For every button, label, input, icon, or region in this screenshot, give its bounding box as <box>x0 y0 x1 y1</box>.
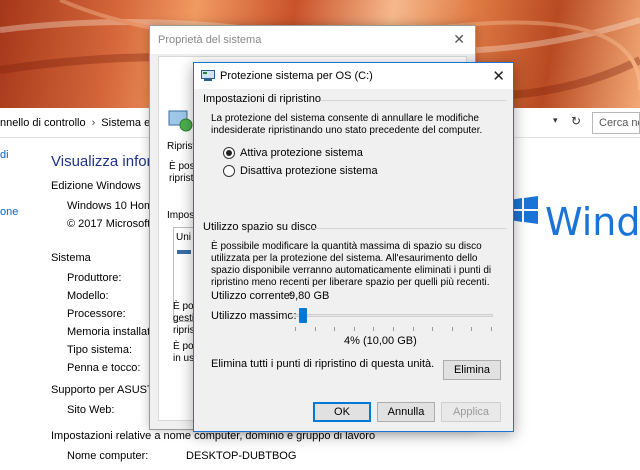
dialog-title: Proprietà del sistema <box>158 34 262 46</box>
search-input[interactable]: Cerca nel <box>592 112 640 134</box>
refresh-icon[interactable]: ↻ <box>571 114 581 128</box>
radio-label: Disattiva protezione sistema <box>240 165 378 177</box>
restore-description: La protezione del sistema consente di an… <box>211 113 483 136</box>
computer-name-value: DESKTOP-DUBTBOG <box>186 450 297 462</box>
group-divider <box>312 228 507 229</box>
radio-button-selected[interactable] <box>223 147 235 159</box>
system-protection-icon <box>168 110 193 132</box>
sidebar-link[interactable]: one <box>0 206 18 218</box>
support-row: Sito Web: <box>67 404 115 416</box>
sidebar-link[interactable]: di <box>0 149 9 161</box>
title-bar: Proprietà del sistema ✕ <box>150 26 475 54</box>
group-disk-usage: Utilizzo spazio su disco <box>203 221 317 233</box>
dialog-title: Protezione sistema per OS (C:) <box>220 70 373 82</box>
max-usage-slider[interactable] <box>290 314 493 317</box>
title-bar: Protezione sistema per OS (C:) ✕ <box>194 63 513 89</box>
close-icon[interactable]: ✕ <box>453 31 465 48</box>
section-system: Sistema <box>51 252 91 264</box>
chevron-down-icon[interactable]: ▾ <box>553 115 558 126</box>
system-row: Tipo sistema: <box>67 344 133 356</box>
cancel-button[interactable]: Annulla <box>377 402 435 422</box>
group-divider <box>321 100 507 101</box>
system-row: Produttore: <box>67 272 122 284</box>
close-icon[interactable]: ✕ <box>492 67 505 85</box>
chevron-right-icon: › <box>91 117 96 129</box>
max-usage-label: Utilizzo massimo: <box>211 310 297 322</box>
slider-thumb[interactable] <box>298 308 307 323</box>
max-usage-value: 4% (10,00 GB) <box>344 335 417 347</box>
radio-disable-protection[interactable]: Disattiva protezione sistema <box>223 165 378 177</box>
system-row: Modello: <box>67 290 109 302</box>
system-row: Penna e tocco: <box>67 362 141 374</box>
radio-enable-protection[interactable]: Attiva protezione sistema <box>223 147 363 159</box>
windows-logo-icon <box>510 196 538 224</box>
edition-name: Windows 10 Home <box>67 200 160 212</box>
windows-logo-text: Windo <box>545 200 640 244</box>
system-row: Processore: <box>67 308 126 320</box>
ok-button[interactable]: OK <box>313 402 371 422</box>
computer-name-label: Nome computer: <box>67 450 149 462</box>
system-protection-icon <box>201 70 215 81</box>
section-edition: Edizione Windows <box>51 180 141 192</box>
drive-icon <box>177 250 191 254</box>
group-restore-settings: Impostazioni di ripristino <box>203 93 321 105</box>
radio-button[interactable] <box>223 165 235 177</box>
radio-label: Attiva protezione sistema <box>240 147 363 159</box>
delete-description: Elimina tutti i punti di ripristino di q… <box>211 358 435 370</box>
current-usage-label: Utilizzo corrente: <box>211 290 293 302</box>
breadcrumb-item[interactable]: nnello di controllo <box>0 117 86 129</box>
system-protection-dialog: Protezione sistema per OS (C:) ✕ Imposta… <box>193 62 514 432</box>
breadcrumb[interactable]: nnello di controllo › Sistema e sic <box>0 117 167 129</box>
drive-list-header: Uni <box>176 232 192 243</box>
disk-description: È possibile modificare la quantità massi… <box>211 241 492 288</box>
delete-button[interactable]: Elimina <box>443 360 501 380</box>
apply-button[interactable]: Applica <box>441 402 501 422</box>
slider-ticks <box>295 327 492 331</box>
current-usage-value: 9,80 GB <box>289 290 330 302</box>
